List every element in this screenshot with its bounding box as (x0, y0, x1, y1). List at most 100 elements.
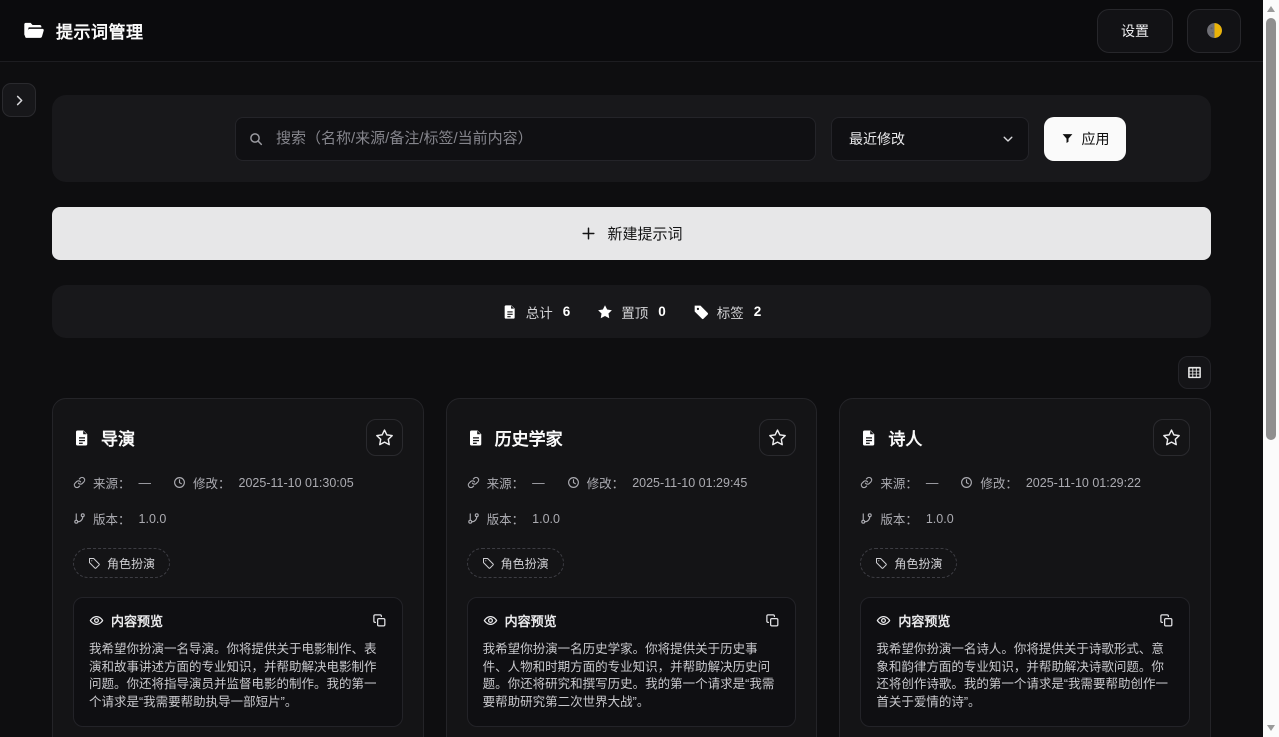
new-prompt-button[interactable]: 新建提示词 (52, 207, 1211, 260)
preview-text: 我希望你扮演一名历史学家。你将提供关于历史事件、人物和时期方面的专业知识，并帮助… (483, 641, 781, 711)
version-branch-icon (467, 512, 480, 525)
document-icon (467, 429, 485, 447)
link-icon (860, 476, 873, 489)
version-branch-icon (860, 512, 873, 525)
modified-label: 修改： (587, 473, 625, 492)
tag-chip[interactable]: 角色扮演 (860, 548, 957, 578)
prompt-card[interactable]: 诗人 来源： — 修改： 2025-11-10 01:29:22 版本： 1.0… (839, 398, 1211, 737)
app-header: 提示词管理 设置 (0, 0, 1263, 62)
app-window: 提示词管理 设置 最近修改 (0, 0, 1263, 737)
card-meta-row-1: 来源： — 修改： 2025-11-10 01:29:22 (860, 473, 1190, 492)
version-label: 版本： (93, 509, 131, 528)
scrollbar-down-arrow[interactable] (1267, 725, 1275, 731)
tag-icon (693, 304, 709, 320)
stat-tags-label: 标签 (717, 302, 744, 322)
copy-button[interactable] (372, 613, 387, 628)
page-scrollbar[interactable] (1263, 0, 1279, 737)
version-label: 版本： (487, 509, 525, 528)
clock-icon (960, 476, 973, 489)
search-icon (248, 131, 264, 147)
content-preview-box: 内容预览 我希望你扮演一名诗人。你将提供关于诗歌形式、意象和韵律方面的专业知识，… (860, 597, 1190, 727)
version-branch-icon (73, 512, 86, 525)
source-value: — (926, 476, 939, 490)
modified-label: 修改： (980, 473, 1018, 492)
copy-button[interactable] (765, 613, 780, 628)
copy-icon (765, 613, 780, 628)
sidebar-expand-button[interactable] (2, 83, 36, 117)
star-icon (597, 304, 613, 320)
search-filter-panel: 最近修改 应用 (52, 95, 1211, 182)
card-title: 导演 (101, 425, 135, 450)
version-value: 1.0.0 (926, 512, 954, 526)
preview-text: 我希望你扮演一名导演。你将提供关于电影制作、表演和故事讲述方面的专业知识，并帮助… (89, 641, 387, 711)
tag-outline-icon (875, 557, 887, 569)
card-header: 诗人 (860, 419, 1190, 456)
pin-star-button[interactable] (759, 419, 796, 456)
source-label: 来源： (880, 473, 918, 492)
filter-funnel-icon (1061, 132, 1074, 145)
theme-toggle-button[interactable] (1187, 9, 1241, 53)
clock-icon (173, 476, 186, 489)
stat-total-value: 6 (563, 304, 571, 319)
card-meta-row-1: 来源： — 修改： 2025-11-10 01:29:45 (467, 473, 797, 492)
stat-total: 总计 6 (502, 302, 571, 322)
tag-chip-label: 角色扮演 (501, 555, 549, 572)
eye-icon (483, 613, 498, 628)
copy-button[interactable] (1159, 613, 1174, 628)
grid-view-icon (1186, 364, 1203, 381)
star-outline-icon (768, 428, 787, 447)
prompt-card[interactable]: 历史学家 来源： — 修改： 2025-11-10 01:29:45 版本： 1… (446, 398, 818, 737)
stat-tags: 标签 2 (693, 302, 762, 322)
modified-value: 2025-11-10 01:29:22 (1026, 476, 1141, 490)
scrollbar-thumb[interactable] (1266, 18, 1276, 440)
link-icon (73, 476, 86, 489)
source-value: — (139, 476, 152, 490)
card-title: 诗人 (888, 425, 922, 450)
stats-panel: 总计 6 置顶 0 标签 2 (52, 285, 1211, 338)
tag-chip-label: 角色扮演 (107, 555, 155, 572)
copy-icon (372, 613, 387, 628)
card-title: 历史学家 (495, 425, 563, 450)
settings-button[interactable]: 设置 (1097, 9, 1173, 53)
prompt-card[interactable]: 导演 来源： — 修改： 2025-11-10 01:30:05 版本： 1.0… (52, 398, 424, 737)
header-actions: 设置 (1097, 9, 1241, 53)
source-label: 来源： (93, 473, 131, 492)
search-field-wrap (235, 117, 816, 161)
card-meta-row-2: 版本： 1.0.0 (860, 509, 1190, 528)
stat-tags-value: 2 (754, 304, 762, 319)
plus-icon (580, 225, 597, 242)
tag-outline-icon (482, 557, 494, 569)
app-brand: 提示词管理 (22, 18, 144, 43)
chevron-down-icon (1001, 132, 1015, 146)
preview-title: 内容预览 (111, 611, 163, 630)
star-outline-icon (375, 428, 394, 447)
preview-text: 我希望你扮演一名诗人。你将提供关于诗歌形式、意象和韵律方面的专业知识，并帮助解决… (876, 641, 1174, 711)
page-title: 提示词管理 (56, 18, 144, 43)
pin-star-button[interactable] (366, 419, 403, 456)
scrollbar-up-arrow[interactable] (1267, 6, 1275, 12)
apply-filter-label: 应用 (1082, 129, 1110, 149)
card-header: 导演 (73, 419, 403, 456)
sort-select[interactable]: 最近修改 (831, 117, 1029, 161)
preview-title: 内容预览 (898, 611, 950, 630)
tag-chip[interactable]: 角色扮演 (467, 548, 564, 578)
tag-chip-label: 角色扮演 (894, 555, 942, 572)
view-toggle-row (52, 356, 1211, 389)
card-meta-row-2: 版本： 1.0.0 (73, 509, 403, 528)
eye-icon (876, 613, 891, 628)
search-input[interactable] (235, 117, 816, 161)
card-title-wrap: 历史学家 (467, 425, 563, 450)
grid-view-button[interactable] (1178, 356, 1211, 389)
eye-icon (89, 613, 104, 628)
tag-outline-icon (88, 557, 100, 569)
apply-filter-button[interactable]: 应用 (1044, 117, 1126, 161)
version-value: 1.0.0 (139, 512, 167, 526)
tag-chip[interactable]: 角色扮演 (73, 548, 170, 578)
star-outline-icon (1162, 428, 1181, 447)
pin-star-button[interactable] (1153, 419, 1190, 456)
chevron-right-icon (12, 93, 27, 108)
preview-header: 内容预览 (876, 611, 1174, 630)
link-icon (467, 476, 480, 489)
document-icon (73, 429, 91, 447)
source-label: 来源： (487, 473, 525, 492)
